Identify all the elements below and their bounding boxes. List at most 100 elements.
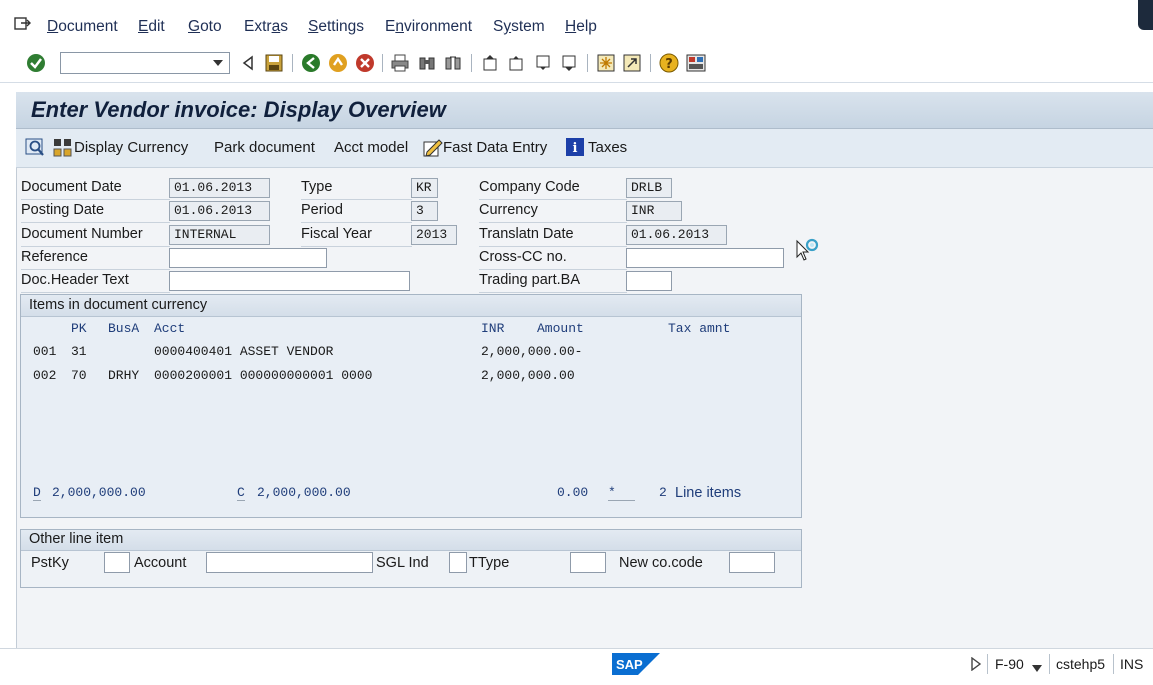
trading-part-label: Trading part.BA (479, 272, 627, 293)
previous-page-icon[interactable] (506, 53, 526, 73)
display-zoom-icon[interactable] (25, 137, 47, 159)
menu-item-help[interactable]: Help (565, 18, 597, 36)
transaction-code[interactable]: F-90 (995, 656, 1024, 672)
back-green-icon[interactable] (301, 53, 321, 73)
line-item-amount: 2,000,000.00- (481, 344, 583, 359)
column-header-busa: BusA (108, 321, 140, 336)
acct-model-button[interactable]: Acct model (334, 139, 408, 156)
menu-item-edit[interactable]: Edit (138, 18, 165, 36)
customize-layout-icon[interactable] (686, 53, 706, 73)
command-field[interactable] (60, 52, 230, 74)
transaction-dropdown-icon[interactable] (1032, 660, 1042, 672)
trading-part-field[interactable] (626, 271, 672, 291)
page-title: Enter Vendor invoice: Display Overview (31, 97, 446, 122)
line-item-pk: 70 (71, 368, 87, 383)
toolbar-separator (382, 54, 383, 72)
cancel-red-icon[interactable] (355, 53, 375, 73)
new-cocode-label: New co.code (619, 555, 703, 571)
window-corner (1138, 0, 1153, 30)
column-header-amount: Amount (537, 321, 584, 336)
sgl-ind-field[interactable] (449, 552, 467, 573)
menu-exit-icon[interactable] (14, 16, 32, 32)
doc-header-text-label: Doc.Header Text (21, 272, 170, 293)
line-item-account: 0000200001 000000000001 0000 (154, 368, 373, 383)
svg-text:i: i (573, 141, 578, 156)
help-icon[interactable]: ? (659, 53, 679, 73)
account-field[interactable] (206, 552, 373, 573)
menu-item-environment[interactable]: Environment (385, 18, 472, 36)
menu-item-document[interactable]: Document (47, 18, 118, 36)
display-currency-button[interactable]: Display Currency (74, 139, 188, 156)
line-item-number[interactable]: 002 (33, 368, 56, 383)
toolbar-separator (471, 54, 472, 72)
insert-mode[interactable]: INS (1120, 656, 1143, 672)
period-label: Period (301, 202, 412, 223)
new-cocode-field[interactable] (729, 552, 775, 573)
new-session-icon[interactable] (596, 53, 616, 73)
menu-item-extras[interactable]: Extras (244, 18, 288, 36)
park-document-button[interactable]: Park document (214, 139, 315, 156)
period-field[interactable]: 3 (411, 201, 438, 221)
back-arrow-icon[interactable] (238, 53, 258, 73)
find-next-icon[interactable] (443, 53, 463, 73)
taxes-button[interactable]: Taxes (588, 139, 627, 156)
fast-data-entry-button[interactable]: Fast Data Entry (443, 139, 547, 156)
line-item-account: 0000400401 ASSET VENDOR (154, 344, 334, 359)
posting-date-field[interactable]: 01.06.2013 (169, 201, 270, 221)
ttype-field[interactable] (570, 552, 606, 573)
company-code-field[interactable]: DRLB (626, 178, 672, 198)
toolbar-separator (292, 54, 293, 72)
svg-text:?: ? (665, 57, 673, 72)
document-number-label: Document Number (21, 226, 170, 247)
menu-item-settings[interactable]: Settings (308, 18, 364, 36)
document-date-field[interactable]: 01.06.2013 (169, 178, 270, 198)
translatn-date-field[interactable]: 01.06.2013 (626, 225, 727, 245)
command-dropdown-icon[interactable] (210, 56, 226, 70)
toolbar-separator (650, 54, 651, 72)
fiscal-year-field[interactable]: 2013 (411, 225, 457, 245)
pstky-label: PstKy (31, 555, 69, 571)
type-label: Type (301, 179, 412, 200)
exit-yellow-icon[interactable] (328, 53, 348, 73)
line-item-number[interactable]: 001 (33, 344, 56, 359)
posting-date-label: Posting Date (21, 202, 170, 223)
pstky-field[interactable] (104, 552, 130, 573)
balance-flag: * (608, 485, 635, 501)
save-icon[interactable] (264, 53, 284, 73)
credit-label: C (237, 485, 245, 501)
menu-item-goto[interactable]: Goto (188, 18, 222, 36)
reference-label: Reference (21, 249, 170, 270)
line-item-busa: DRHY (108, 368, 140, 383)
ttype-label: TType (469, 555, 510, 571)
currency-label: Currency (479, 202, 627, 223)
shortcut-icon[interactable] (622, 53, 642, 73)
next-page-icon[interactable] (533, 53, 553, 73)
status-expand-icon[interactable] (970, 656, 982, 672)
first-page-icon[interactable] (480, 53, 500, 73)
document-date-label: Document Date (21, 179, 170, 200)
debit-label: D (33, 485, 41, 501)
last-page-icon[interactable] (559, 53, 579, 73)
reference-field[interactable] (169, 248, 327, 268)
debit-total: 2,000,000.00 (52, 485, 146, 500)
find-icon[interactable] (417, 53, 437, 73)
status-separator (1113, 654, 1114, 674)
print-icon[interactable] (390, 53, 410, 73)
currency-field[interactable]: INR (626, 201, 682, 221)
document-number-field[interactable]: INTERNAL (169, 225, 270, 245)
items-group-title: Items in document currency (29, 297, 208, 313)
menu-item-system[interactable]: System (493, 18, 545, 36)
mouse-cursor-icon (796, 237, 822, 263)
doc-header-text-field[interactable] (169, 271, 410, 291)
line-item-amount: 2,000,000.00 (481, 368, 575, 383)
type-field[interactable]: KR (411, 178, 438, 198)
cross-cc-label: Cross-CC no. (479, 249, 627, 270)
balance-total: 0.00 (557, 485, 589, 500)
enter-check-icon[interactable] (26, 53, 46, 73)
account-label: Account (134, 555, 187, 571)
sap-logo: SAP (612, 653, 660, 675)
fiscal-year-label: Fiscal Year (301, 226, 412, 247)
line-item-pk: 31 (71, 344, 87, 359)
status-separator (987, 654, 988, 674)
cross-cc-field[interactable] (626, 248, 784, 268)
